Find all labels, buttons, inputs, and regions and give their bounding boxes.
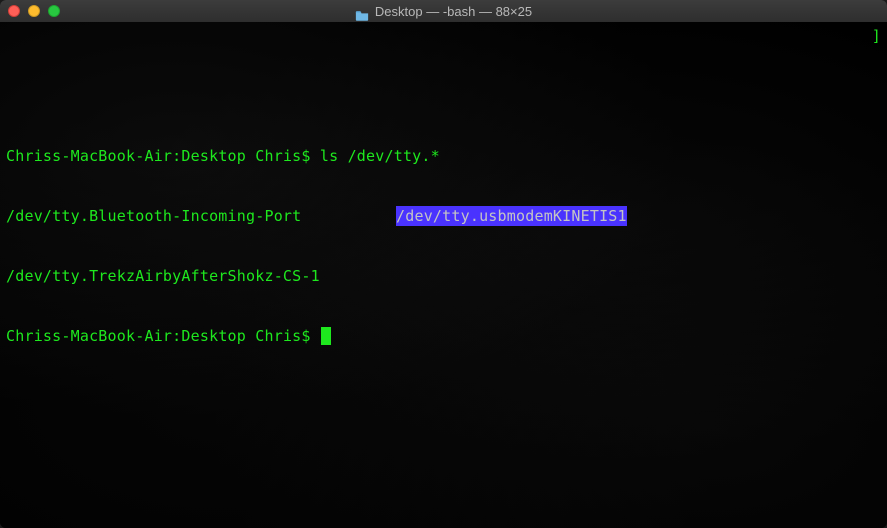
output-row-2: /dev/tty.TrekzAirbyAfterShokz-CS-1 [6, 266, 881, 286]
output-row-1: /dev/tty.Bluetooth-Incoming-Port/dev/tty… [6, 206, 881, 226]
prompt-host: Chriss-MacBook-Air [6, 327, 172, 345]
selected-text[interactable]: /dev/tty.usbmodemKINETIS1 [396, 206, 627, 226]
prompt-user: Chris [255, 327, 301, 345]
prompt-user: Chris [255, 147, 301, 165]
window-controls [8, 5, 60, 17]
cursor-block [321, 327, 331, 345]
terminal-content: Chriss-MacBook-Air:Desktop Chris$ ls /de… [6, 106, 881, 386]
titlebar[interactable]: Desktop — -bash — 88×25 [0, 0, 887, 22]
close-icon[interactable] [8, 5, 20, 17]
prompt-sep1: : [172, 327, 181, 345]
command-text: ls /dev/tty.* [320, 147, 440, 165]
prompt-line-2: Chriss-MacBook-Air:Desktop Chris$ [6, 326, 881, 346]
folder-icon [355, 6, 369, 17]
prompt-sep2: $ [301, 327, 310, 345]
prompt-host: Chriss-MacBook-Air [6, 147, 172, 165]
prompt-sep2: $ [301, 147, 310, 165]
prompt-cwd: Desktop [181, 147, 246, 165]
output-col1: /dev/tty.Bluetooth-Incoming-Port [6, 206, 396, 226]
minimize-icon[interactable] [28, 5, 40, 17]
scroll-indicator: ] [872, 26, 881, 46]
zoom-icon[interactable] [48, 5, 60, 17]
terminal-window: Desktop — -bash — 88×25 ] Chriss-MacBook… [0, 0, 887, 528]
prompt-cwd: Desktop [181, 327, 246, 345]
window-title: Desktop — -bash — 88×25 [375, 4, 532, 19]
prompt-sep1: : [172, 147, 181, 165]
terminal-viewport[interactable]: ] Chriss-MacBook-Air:Desktop Chris$ ls /… [0, 22, 887, 528]
title-center: Desktop — -bash — 88×25 [0, 4, 887, 19]
prompt-line-1: Chriss-MacBook-Air:Desktop Chris$ ls /de… [6, 146, 881, 166]
